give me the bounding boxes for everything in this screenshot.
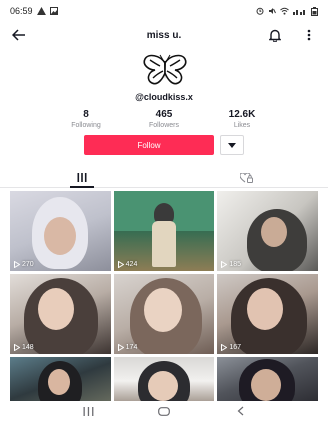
suggested-accounts-button[interactable]	[220, 135, 244, 155]
stat-label: Followers	[149, 122, 179, 129]
system-navigation-bar	[0, 401, 328, 421]
battery-icon	[311, 6, 318, 16]
video-thumbnail[interactable]: 424	[113, 191, 215, 271]
more-vertical-icon	[307, 29, 311, 41]
view-count: 167	[221, 344, 241, 351]
header-actions	[266, 26, 318, 44]
system-back-button[interactable]	[231, 402, 249, 420]
status-left: 06:59	[10, 6, 58, 16]
play-icon	[221, 261, 228, 268]
video-thumbnail[interactable]: 148	[10, 274, 111, 354]
home-icon	[158, 406, 170, 416]
play-icon	[14, 261, 20, 268]
follow-button[interactable]: Follow	[84, 135, 214, 155]
stat-label: Likes	[233, 122, 251, 129]
image-icon	[49, 7, 58, 15]
profile-tabs	[0, 168, 328, 188]
wifi-icon	[280, 7, 289, 15]
view-count-text: 424	[125, 261, 138, 268]
view-count: 148	[14, 344, 34, 351]
stat-label: Following	[71, 122, 101, 129]
view-count-text: 148	[22, 344, 34, 351]
heart-lock-icon	[239, 172, 253, 183]
view-count-text: 270	[22, 261, 34, 268]
video-thumbnail[interactable]	[10, 357, 111, 405]
stat-value: 8	[83, 109, 89, 120]
video-grid: 270 424 185 148 174 167	[10, 191, 318, 405]
status-time: 06:59	[10, 6, 33, 16]
butterfly-icon	[143, 54, 187, 85]
back-button[interactable]	[10, 26, 28, 44]
bell-icon	[269, 29, 281, 42]
view-count-text: 185	[229, 261, 242, 268]
grid-icon	[77, 173, 87, 182]
status-bar: 06:59	[0, 0, 328, 22]
video-thumbnail[interactable]: 185	[217, 191, 318, 271]
stat-value: 12.6K	[228, 109, 256, 120]
view-count-text: 174	[125, 344, 138, 351]
recents-button[interactable]	[79, 402, 97, 420]
mute-icon	[269, 8, 276, 14]
video-thumbnail[interactable]: 174	[113, 274, 215, 354]
tab-liked[interactable]	[164, 168, 328, 187]
video-thumbnail[interactable]	[113, 357, 215, 405]
home-button[interactable]	[155, 402, 173, 420]
status-right	[256, 6, 318, 16]
back-icon	[237, 406, 243, 416]
profile-header: miss u.	[0, 22, 328, 48]
view-count: 270	[14, 261, 34, 268]
video-thumbnail[interactable]: 270	[10, 191, 111, 271]
alarm-icon	[256, 7, 264, 15]
warning-icon	[36, 7, 46, 15]
arrow-left-icon	[12, 29, 25, 41]
view-count: 424	[117, 261, 138, 268]
tab-videos[interactable]	[0, 168, 164, 187]
view-count-text: 167	[229, 344, 242, 351]
profile-stats: 8 Following 465 Followers 12.6K Likes	[50, 109, 278, 129]
play-icon	[14, 344, 20, 351]
stat-likes: 12.6K Likes	[206, 109, 278, 129]
video-thumbnail[interactable]: 167	[217, 274, 318, 354]
video-thumbnail[interactable]	[217, 357, 318, 405]
signal-icon	[293, 10, 305, 15]
play-icon	[117, 261, 124, 268]
play-icon	[117, 344, 124, 351]
recents-icon	[83, 406, 93, 416]
follow-row: Follow	[0, 135, 328, 155]
view-count: 185	[221, 261, 241, 268]
stat-following[interactable]: 8 Following	[50, 109, 122, 129]
username: @cloudkiss.x	[135, 92, 193, 102]
notification-button[interactable]	[266, 26, 284, 44]
play-icon	[221, 344, 228, 351]
avatar[interactable]	[141, 52, 189, 88]
more-options-button[interactable]	[300, 26, 318, 44]
chevron-down-icon	[228, 142, 236, 148]
stat-value: 465	[155, 109, 173, 120]
stat-followers[interactable]: 465 Followers	[128, 109, 200, 129]
view-count: 174	[117, 344, 138, 351]
